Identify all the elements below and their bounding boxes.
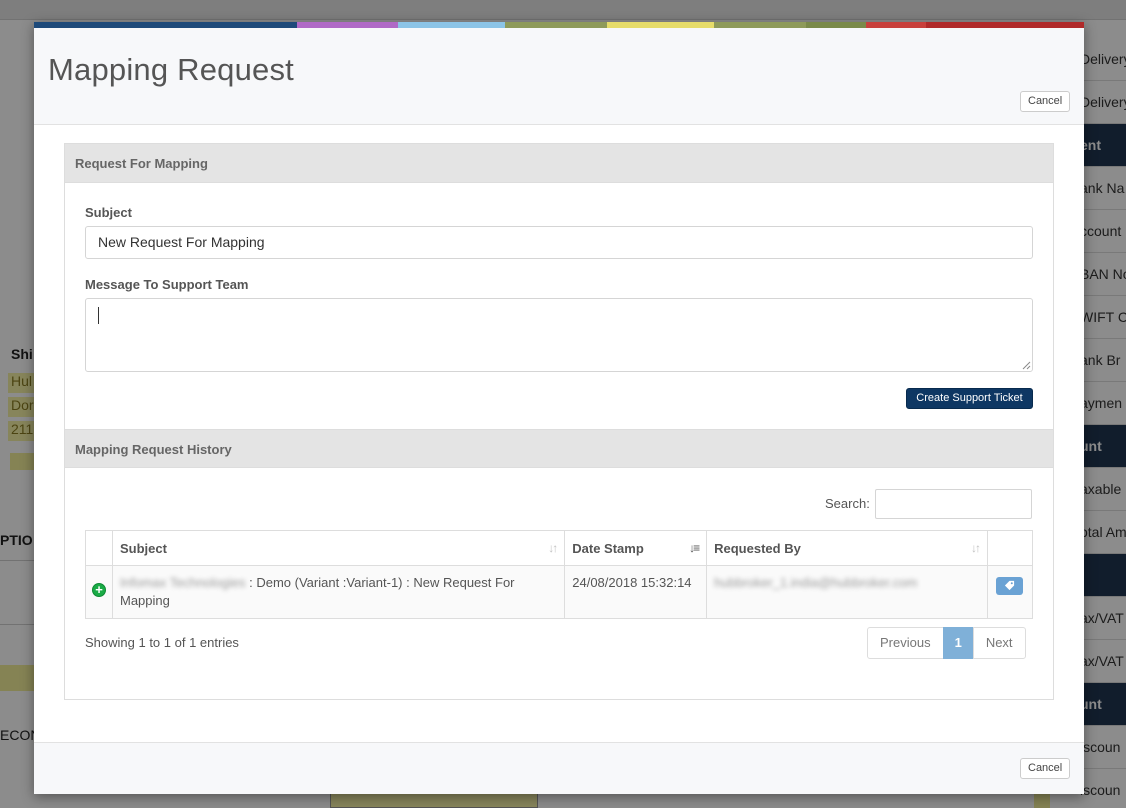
text-caret bbox=[98, 307, 99, 324]
request-panel: Request For Mapping Subject New Request … bbox=[64, 143, 1054, 700]
table-row: + Infomax Technologies : Demo (Variant :… bbox=[85, 565, 1034, 619]
cancel-button-top[interactable]: Cancel bbox=[1020, 91, 1071, 112]
sort-icon[interactable]: ↓↑ bbox=[971, 541, 981, 555]
message-label: Message To Support Team bbox=[85, 277, 249, 292]
column-header-requested-by[interactable]: Requested By ↓↑ bbox=[706, 530, 988, 566]
pagination: Previous 1 Next bbox=[867, 627, 1026, 659]
mapping-request-modal: Mapping Request Cancel Request For Mappi… bbox=[34, 22, 1084, 794]
resize-handle-icon[interactable] bbox=[1021, 360, 1031, 370]
cancel-button-bottom[interactable]: Cancel bbox=[1020, 758, 1071, 779]
modal-title: Mapping Request bbox=[48, 52, 294, 87]
history-panel-heading: Mapping Request History bbox=[65, 429, 1053, 468]
modal-header: Mapping Request Cancel bbox=[34, 28, 1084, 125]
column-header-label: Subject bbox=[119, 540, 167, 556]
create-support-ticket-button[interactable]: Create Support Ticket bbox=[906, 388, 1033, 409]
modal-body: Request For Mapping Subject New Request … bbox=[34, 125, 1084, 745]
modal-footer: Cancel bbox=[34, 742, 1084, 794]
column-header-date-stamp[interactable]: Date Stamp ↓≡ bbox=[564, 530, 708, 566]
history-table: Subject ↓↑ Date Stamp ↓≡ Requested By ↓↑ bbox=[85, 530, 1034, 619]
pagination-page-button[interactable]: 1 bbox=[942, 627, 974, 659]
actions-column-header bbox=[986, 530, 1034, 566]
request-panel-heading: Request For Mapping bbox=[65, 144, 1053, 183]
column-header-label: Requested By bbox=[714, 540, 801, 556]
sort-descending-icon[interactable]: ↓≡ bbox=[689, 541, 700, 555]
expand-cell: + bbox=[85, 565, 113, 619]
subject-label: Subject bbox=[85, 205, 132, 220]
pagination-previous-button[interactable]: Previous bbox=[867, 627, 944, 659]
date-stamp-cell: 24/08/2018 15:32:14 bbox=[564, 565, 708, 619]
subject-cell: Infomax Technologies : Demo (Variant :Va… bbox=[111, 565, 566, 619]
search-input[interactable] bbox=[875, 489, 1032, 519]
redacted-email: hubbroker_1.india@hubbroker.com bbox=[714, 575, 918, 590]
message-textarea[interactable] bbox=[85, 298, 1033, 372]
subject-input[interactable]: New Request For Mapping bbox=[85, 226, 1033, 259]
expand-column-header bbox=[85, 530, 113, 566]
tag-button[interactable] bbox=[996, 577, 1024, 595]
pagination-next-button[interactable]: Next bbox=[972, 627, 1026, 659]
column-header-subject[interactable]: Subject ↓↑ bbox=[111, 530, 566, 566]
table-header-row: Subject ↓↑ Date Stamp ↓≡ Requested By ↓↑ bbox=[85, 530, 1034, 566]
actions-cell bbox=[986, 565, 1034, 619]
column-header-label: Date Stamp bbox=[572, 540, 644, 556]
table-info-text: Showing 1 to 1 of 1 entries bbox=[85, 635, 239, 650]
redacted-company-name: Infomax Technologies bbox=[119, 575, 246, 590]
search-label: Search: bbox=[825, 496, 870, 511]
sort-icon[interactable]: ↓↑ bbox=[548, 541, 558, 555]
requested-by-cell: hubbroker_1.india@hubbroker.com bbox=[706, 565, 988, 619]
tag-icon bbox=[1005, 580, 1015, 591]
expand-row-plus-icon[interactable]: + bbox=[91, 583, 106, 597]
